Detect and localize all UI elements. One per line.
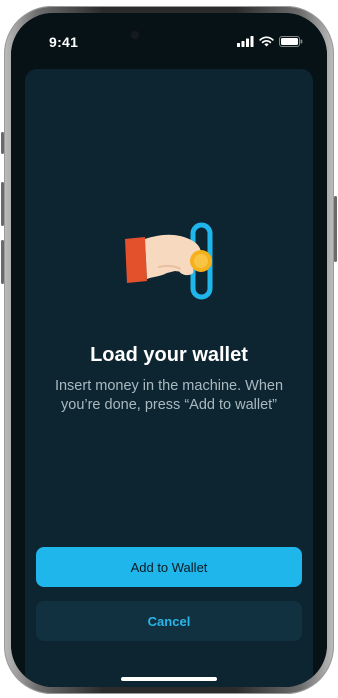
instructions-text: Insert money in the machine. When you’re…: [54, 378, 284, 413]
cancel-button[interactable]: Cancel: [36, 601, 302, 641]
page-title: Load your wallet: [90, 344, 248, 366]
status-icons: [237, 36, 303, 47]
status-time: 9:41: [49, 34, 79, 50]
screen: 9:41 Load your wallet Insert money in th…: [11, 13, 327, 687]
phone-bezel: 9:41 Load your wallet Insert money in th…: [11, 13, 327, 687]
mute-switch: [1, 132, 4, 154]
battery-icon: [279, 36, 303, 47]
add-to-wallet-button[interactable]: Add to Wallet: [36, 547, 302, 587]
status-bar: 9:41: [11, 13, 327, 63]
volume-up-button: [1, 182, 4, 226]
front-camera: [131, 31, 139, 39]
home-indicator[interactable]: [121, 677, 217, 681]
wifi-icon: [259, 36, 274, 47]
volume-down-button: [1, 240, 4, 284]
power-button: [334, 196, 337, 262]
signal-icon: [237, 36, 254, 47]
hand-inserting-coin-icon: [125, 222, 213, 300]
load-wallet-sheet: Load your wallet Insert money in the mac…: [25, 69, 313, 687]
